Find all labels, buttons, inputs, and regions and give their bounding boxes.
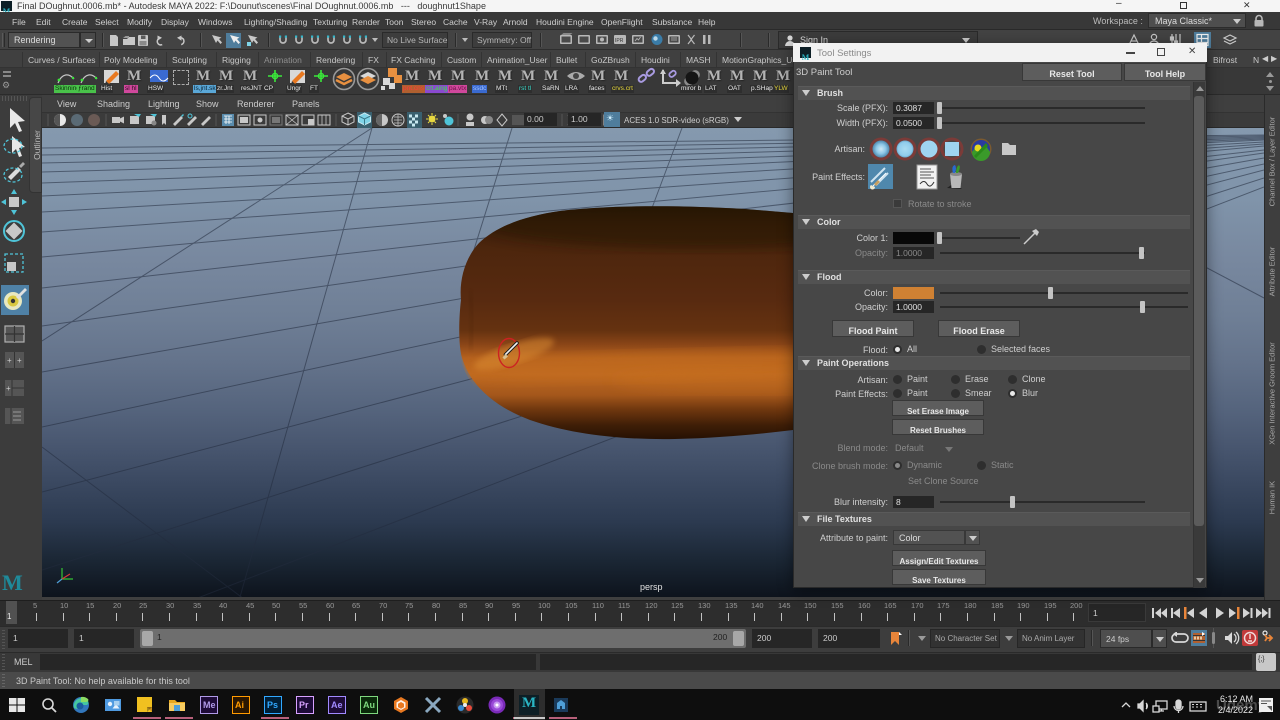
svg-text:+: + bbox=[6, 384, 11, 393]
svg-text:IPR: IPR bbox=[615, 38, 624, 44]
svg-text:+: + bbox=[7, 356, 12, 365]
svg-text:persp: persp bbox=[640, 582, 663, 592]
svg-text:+: + bbox=[17, 356, 22, 365]
